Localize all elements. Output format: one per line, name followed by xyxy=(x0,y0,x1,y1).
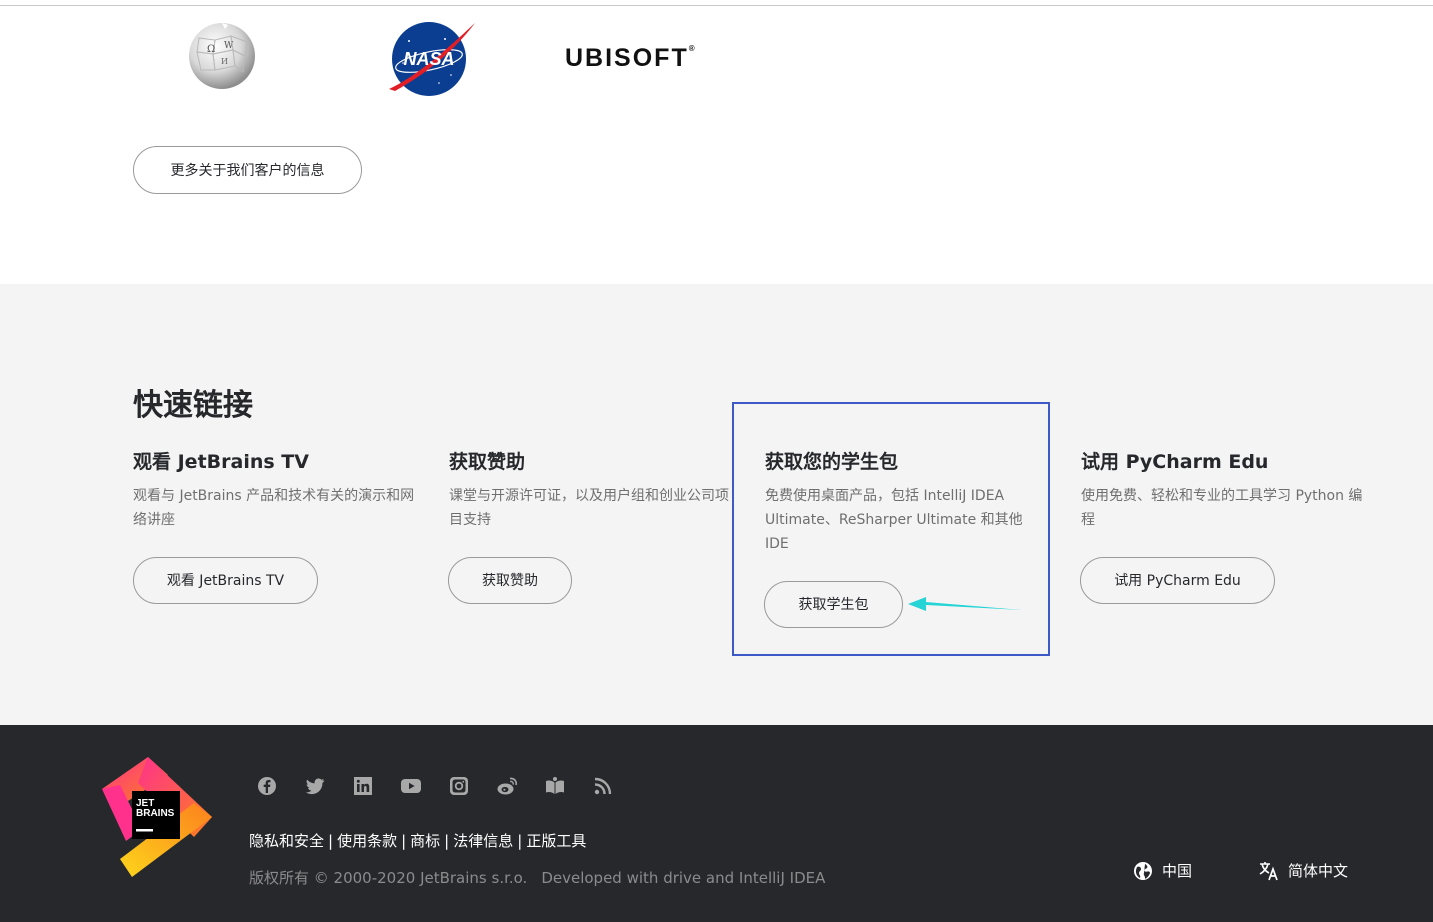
globe-icon xyxy=(1134,861,1152,880)
rss-icon[interactable] xyxy=(592,775,614,797)
instagram-icon[interactable] xyxy=(448,775,470,797)
quick-links-title: 快速链接 xyxy=(133,388,253,423)
site-footer: JET BRAINS 隐私和安全 | 使用条款 | 商标 | 法律信息 | 正版工具 xyxy=(0,725,1433,922)
card-title-sponsorship: 获取赞助 xyxy=(449,451,526,473)
twitter-icon[interactable] xyxy=(304,775,326,797)
social-icons xyxy=(256,775,614,797)
terms-link[interactable]: 使用条款 xyxy=(337,832,397,850)
svg-text:W: W xyxy=(224,41,234,51)
wikipedia-logo: Ω W И xyxy=(189,23,255,89)
card-title-pycharm-edu: 试用 PyCharm Edu xyxy=(1081,451,1269,473)
language-label: 简体中文 xyxy=(1288,862,1349,880)
translate-icon xyxy=(1259,861,1278,880)
reader-icon[interactable] xyxy=(544,775,566,797)
quick-links-section: 快速链接 观看 JetBrains TV 观看与 JetBrains 产品和技术… xyxy=(0,284,1433,725)
get-student-pack-button[interactable]: 获取学生包 xyxy=(764,581,903,628)
get-sponsorship-button[interactable]: 获取赞助 xyxy=(448,557,572,604)
customers-section: Ω W И NASA UBISOFT® 更多关于我们客户的信息 xyxy=(0,6,1433,284)
svg-text:NASA: NASA xyxy=(403,49,454,69)
developed-with-text: Developed with drive and IntelliJ IDEA xyxy=(541,869,826,887)
nasa-logo: NASA xyxy=(389,22,475,96)
genuine-tools-link[interactable]: 正版工具 xyxy=(526,832,586,850)
card-title-jetbrains-tv: 观看 JetBrains TV xyxy=(133,451,309,473)
svg-text:Ω: Ω xyxy=(207,44,215,55)
language-selector[interactable]: 简体中文 xyxy=(1259,860,1348,881)
privacy-link[interactable]: 隐私和安全 xyxy=(249,832,324,850)
svg-text:И: И xyxy=(221,57,228,66)
card-desc-jetbrains-tv: 观看与 JetBrains 产品和技术有关的演示和网络讲座 xyxy=(133,488,415,528)
legal-link[interactable]: 法律信息 xyxy=(453,832,513,850)
card-title-student-pack: 获取您的学生包 xyxy=(765,451,899,473)
trademarks-link[interactable]: 商标 xyxy=(410,832,440,850)
weibo-icon[interactable] xyxy=(496,775,518,797)
logo-text-brains: BRAINS xyxy=(136,808,175,819)
linkedin-icon[interactable] xyxy=(352,775,374,797)
more-customers-button[interactable]: 更多关于我们客户的信息 xyxy=(133,146,362,194)
facebook-icon[interactable] xyxy=(256,775,278,797)
annotation-arrow-icon xyxy=(908,597,1022,611)
jetbrains-logo[interactable]: JET BRAINS xyxy=(98,755,216,881)
region-selector[interactable]: 中国 xyxy=(1133,860,1192,881)
ubisoft-logo: UBISOFT® xyxy=(565,44,695,72)
card-desc-sponsorship: 课堂与开源许可证，以及用户组和创业公司项目支持 xyxy=(449,488,729,528)
youtube-icon[interactable] xyxy=(400,775,422,797)
card-desc-pycharm-edu: 使用免费、轻松和专业的工具学习 Python 编程 xyxy=(1081,488,1363,528)
region-label: 中国 xyxy=(1162,862,1193,880)
copyright: 版权所有 © 2000-2020 JetBrains s.r.o. Develop… xyxy=(249,867,825,888)
copyright-text: 版权所有 © 2000-2020 JetBrains s.r.o. xyxy=(249,869,528,887)
footer-links: 隐私和安全 | 使用条款 | 商标 | 法律信息 | 正版工具 xyxy=(249,832,587,850)
watch-jetbrains-tv-button[interactable]: 观看 JetBrains TV xyxy=(133,557,318,604)
card-desc-student-pack: 免费使用桌面产品，包括 IntelliJ IDEA Ultimate、ReSha… xyxy=(765,488,1023,552)
try-pycharm-edu-button[interactable]: 试用 PyCharm Edu xyxy=(1080,557,1275,604)
